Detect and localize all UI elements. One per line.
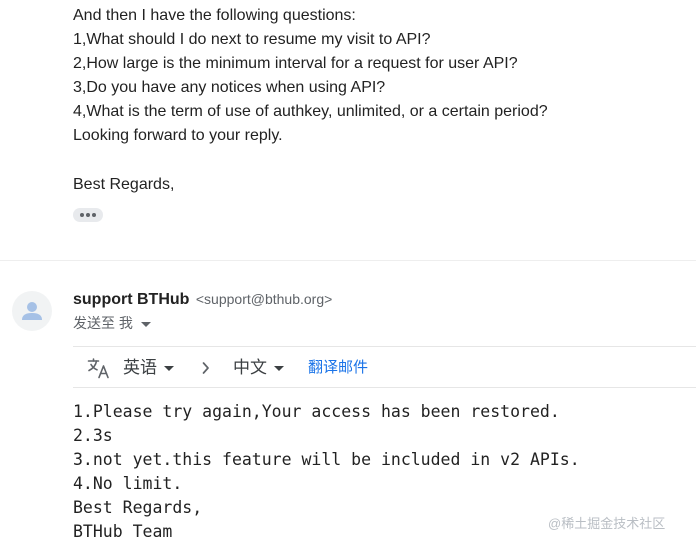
reply-line: 1.Please try again,Your access has been …: [73, 402, 560, 421]
sender-email: <support@bthub.org>: [195, 291, 333, 307]
message-line: 4,What is the term of use of authkey, un…: [73, 103, 548, 120]
source-language-label: 英语: [123, 358, 157, 377]
caret-down-icon: [140, 321, 151, 327]
recipient-details-toggle[interactable]: 发送至 我: [73, 314, 151, 332]
message-line: 2,How large is the minimum interval for …: [73, 55, 518, 72]
previous-message-body: And then I have the following questions:…: [73, 4, 683, 197]
message-line: 3,Do you have any notices when using API…: [73, 79, 386, 96]
translate-message-link[interactable]: 翻译邮件: [308, 358, 368, 378]
message-line: 1,What should I do next to resume my vis…: [73, 31, 431, 48]
translate-bar: 英语 中文 翻译邮件: [73, 346, 696, 388]
reply-line: 4.No limit.: [73, 474, 183, 493]
show-trimmed-content-button[interactable]: [73, 208, 103, 222]
target-language-select[interactable]: 中文: [233, 357, 284, 379]
chevron-right-icon: [202, 362, 209, 374]
reply-line: 2.3s: [73, 426, 113, 445]
message-line: And then I have the following questions:: [73, 7, 356, 24]
source-language-select[interactable]: 英语: [123, 357, 174, 379]
caret-down-icon: [274, 366, 284, 371]
sender-name[interactable]: support BTHub: [73, 291, 189, 308]
recipient-label: 发送至 我: [73, 315, 133, 331]
translate-icon: [87, 358, 109, 379]
person-icon: [22, 302, 42, 320]
message-divider: [0, 260, 696, 261]
ellipsis-dot-icon: [92, 213, 96, 217]
ellipsis-dot-icon: [80, 213, 84, 217]
sender-info: support BTHub <support@bthub.org>: [73, 289, 332, 310]
target-language-label: 中文: [233, 358, 267, 377]
ellipsis-dot-icon: [86, 213, 90, 217]
message-regards: Best Regards,: [73, 176, 175, 193]
caret-down-icon: [164, 366, 174, 371]
reply-line: 3.not yet.this feature will be included …: [73, 450, 580, 469]
message-line: Looking forward to your reply.: [73, 127, 283, 144]
sender-avatar[interactable]: [12, 291, 52, 331]
watermark: @稀土掘金技术社区: [548, 516, 666, 531]
